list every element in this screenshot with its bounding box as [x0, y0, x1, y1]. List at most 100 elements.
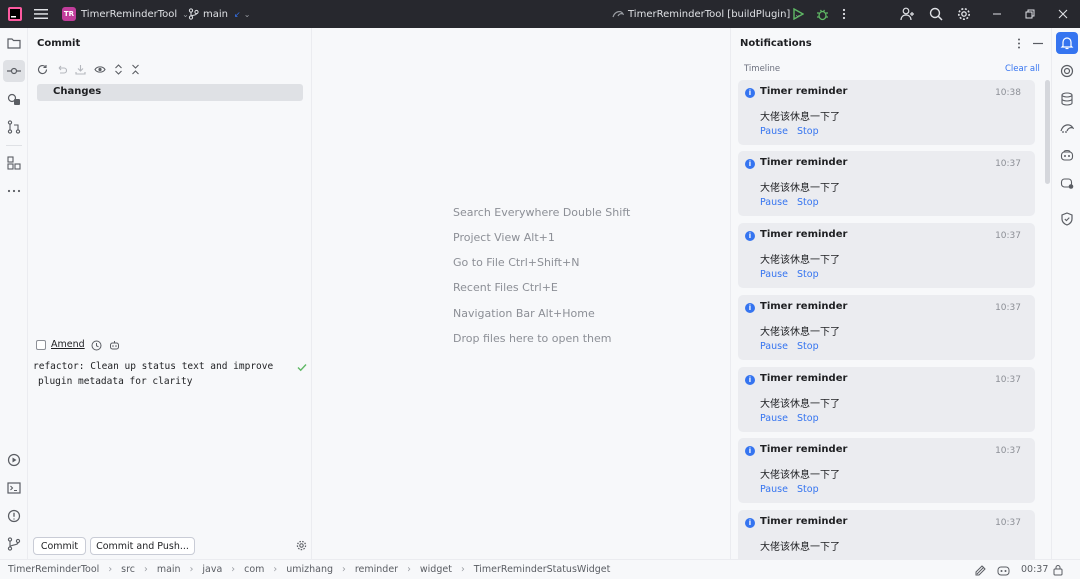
copilot-status-icon[interactable]: [997, 564, 1010, 576]
pause-link[interactable]: Pause: [760, 413, 788, 424]
notification-time: 10:37: [995, 518, 1021, 528]
notification-card[interactable]: i Timer reminder 10:37 大佬该休息一下了 Pause Stop: [738, 151, 1035, 216]
pull-requests-icon[interactable]: [3, 116, 25, 138]
read-only-off-icon[interactable]: [975, 564, 987, 576]
breadcrumb-item[interactable]: main: [157, 564, 181, 575]
gradle-tool-icon[interactable]: [1056, 116, 1078, 138]
more-actions-icon[interactable]: [842, 0, 846, 28]
stop-link[interactable]: Stop: [797, 341, 819, 352]
pause-link[interactable]: Pause: [760, 126, 788, 137]
app-logo-icon[interactable]: [8, 0, 22, 28]
hide-panel-icon[interactable]: [1033, 42, 1043, 45]
scrollbar-thumb[interactable]: [1045, 80, 1050, 184]
problems-icon[interactable]: [3, 505, 25, 527]
notification-time: 10:37: [995, 446, 1021, 456]
notification-title: Timer reminder: [760, 301, 848, 312]
restore-window-icon[interactable]: [1025, 0, 1035, 28]
breadcrumb-separator: ›: [460, 564, 465, 575]
commit-message-line-2[interactable]: plugin metadata for clarity: [38, 376, 192, 387]
minimize-window-icon[interactable]: [992, 0, 1002, 28]
commit-options-gear-icon[interactable]: [296, 540, 307, 551]
main-menu-icon[interactable]: [34, 0, 48, 28]
hint-recent-files: Recent Files Ctrl+E: [453, 281, 558, 294]
settings-gear-icon[interactable]: [957, 0, 971, 28]
info-icon: i: [745, 446, 755, 456]
commit-button[interactable]: Commit: [33, 537, 86, 555]
show-diff-eye-icon[interactable]: [94, 64, 106, 75]
pause-link[interactable]: Pause: [760, 269, 788, 280]
commit-tool-icon[interactable]: [3, 60, 25, 82]
stop-link[interactable]: Stop: [797, 413, 819, 424]
notification-title: Timer reminder: [760, 516, 848, 527]
more-tools-icon[interactable]: [3, 180, 25, 202]
project-tool-folder-icon[interactable]: [3, 32, 25, 54]
commit-panel: Commit Changes Amend refactor: Clean up …: [28, 28, 312, 559]
pause-link[interactable]: Pause: [760, 484, 788, 495]
breadcrumb-item[interactable]: TimerReminderTool: [8, 564, 99, 575]
branch-switcher[interactable]: main ↙ ⌄: [188, 0, 250, 28]
rollback-icon[interactable]: [56, 64, 67, 75]
notifications-title: Notifications: [740, 38, 812, 49]
terminal-icon[interactable]: [3, 477, 25, 499]
commit-message-line-1[interactable]: refactor: Clean up status text and impro…: [33, 361, 273, 372]
collapse-all-icon[interactable]: [131, 64, 140, 75]
commit-panel-title: Commit: [37, 38, 81, 49]
info-icon: i: [745, 375, 755, 385]
search-icon[interactable]: [929, 0, 943, 28]
copilot-icon[interactable]: [1056, 144, 1078, 166]
close-window-icon[interactable]: [1058, 0, 1068, 28]
clear-all-link[interactable]: Clear all: [1005, 64, 1040, 74]
gradle-icon: [612, 11, 624, 18]
stop-link[interactable]: Stop: [797, 126, 819, 137]
left-tool-strip: [0, 28, 28, 559]
breadcrumb-item[interactable]: java: [202, 564, 222, 575]
notification-card[interactable]: i Timer reminder 10:37 大佬该休息一下了 Pause Stop: [738, 438, 1035, 503]
changes-list-item[interactable]: Changes: [37, 84, 303, 101]
lock-icon[interactable]: [1052, 564, 1064, 576]
info-icon: i: [745, 159, 755, 169]
add-user-icon[interactable]: [900, 0, 915, 28]
breadcrumb-item[interactable]: reminder: [355, 564, 398, 575]
history-clock-icon[interactable]: [91, 340, 102, 351]
breadcrumb-item[interactable]: com: [244, 564, 264, 575]
pause-link[interactable]: Pause: [760, 197, 788, 208]
notification-card[interactable]: i Timer reminder 10:37 大佬该休息一下了 Pause Stop: [738, 295, 1035, 360]
notification-card[interactable]: i Timer reminder 10:37 大佬该休息一下了 Pause Stop: [738, 367, 1035, 432]
services-run-icon[interactable]: [3, 449, 25, 471]
breadcrumb-item[interactable]: widget: [420, 564, 452, 575]
breadcrumb-separator: ›: [108, 564, 113, 575]
notification-card[interactable]: i Timer reminder 10:37 大佬该休息一下了 Pause Stop: [738, 223, 1035, 288]
amend-checkbox[interactable]: [36, 340, 46, 350]
pause-link[interactable]: Pause: [760, 341, 788, 352]
code-with-me-icon[interactable]: [1056, 172, 1078, 194]
stop-link[interactable]: Stop: [797, 269, 819, 280]
project-switcher[interactable]: TR TimerReminderTool ⌄: [62, 0, 189, 28]
plugin-tool-icon[interactable]: [3, 88, 25, 110]
ai-spiral-icon[interactable]: [1056, 60, 1078, 82]
run-button[interactable]: [792, 0, 804, 28]
stop-link[interactable]: Stop: [797, 197, 819, 208]
ai-assistant-icon[interactable]: [109, 340, 120, 351]
stop-link[interactable]: Stop: [797, 484, 819, 495]
notifications-options-icon[interactable]: [1017, 38, 1021, 49]
notification-time: 10:37: [995, 375, 1021, 385]
database-icon[interactable]: [1056, 88, 1078, 110]
notification-message: 大佬该休息一下了: [760, 255, 840, 266]
structure-tool-icon[interactable]: [3, 152, 25, 174]
breadcrumb-item[interactable]: TimerReminderStatusWidget: [474, 564, 611, 575]
run-config-selector[interactable]: TimerReminderTool [buildPlugin] ⌄: [612, 0, 801, 28]
notification-card[interactable]: i Timer reminder 10:38 大佬该休息一下了 Pause Stop: [738, 80, 1035, 145]
breadcrumb: TimerReminderTool › src › main › java › com › umiz…: [8, 564, 619, 575]
breadcrumb-item[interactable]: src: [121, 564, 135, 575]
breadcrumb-separator: ›: [231, 564, 236, 575]
security-shield-icon[interactable]: [1056, 208, 1078, 230]
commit-and-push-button[interactable]: Commit and Push...: [90, 537, 195, 555]
debug-button[interactable]: [816, 0, 829, 28]
breadcrumb-item[interactable]: umizhang: [286, 564, 333, 575]
expand-all-icon[interactable]: [114, 64, 123, 75]
git-tool-icon[interactable]: [3, 533, 25, 555]
refresh-icon[interactable]: [37, 64, 48, 75]
branch-icon: [188, 8, 199, 20]
shelve-icon[interactable]: [75, 64, 86, 75]
notifications-bell-icon[interactable]: [1056, 32, 1078, 54]
